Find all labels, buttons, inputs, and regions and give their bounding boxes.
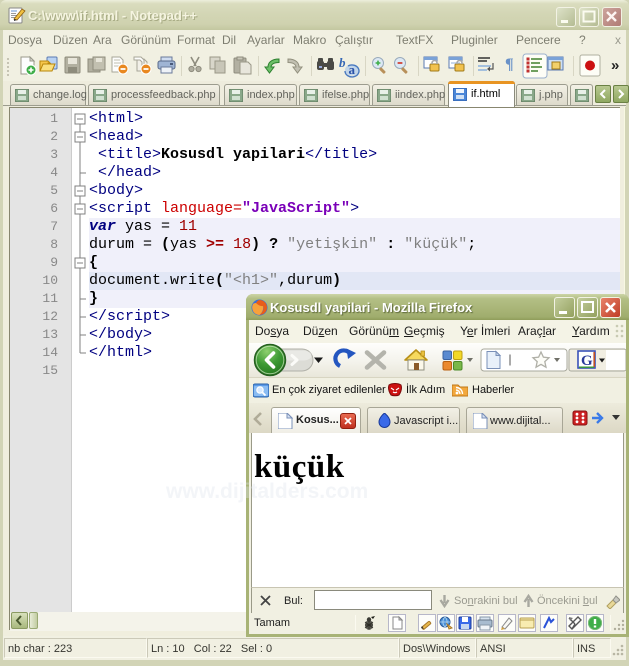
svg-text:»: » — [611, 57, 619, 74]
svg-text:G: G — [581, 353, 593, 369]
svg-text:¶: ¶ — [505, 56, 514, 73]
svg-text:b: b — [339, 55, 346, 70]
